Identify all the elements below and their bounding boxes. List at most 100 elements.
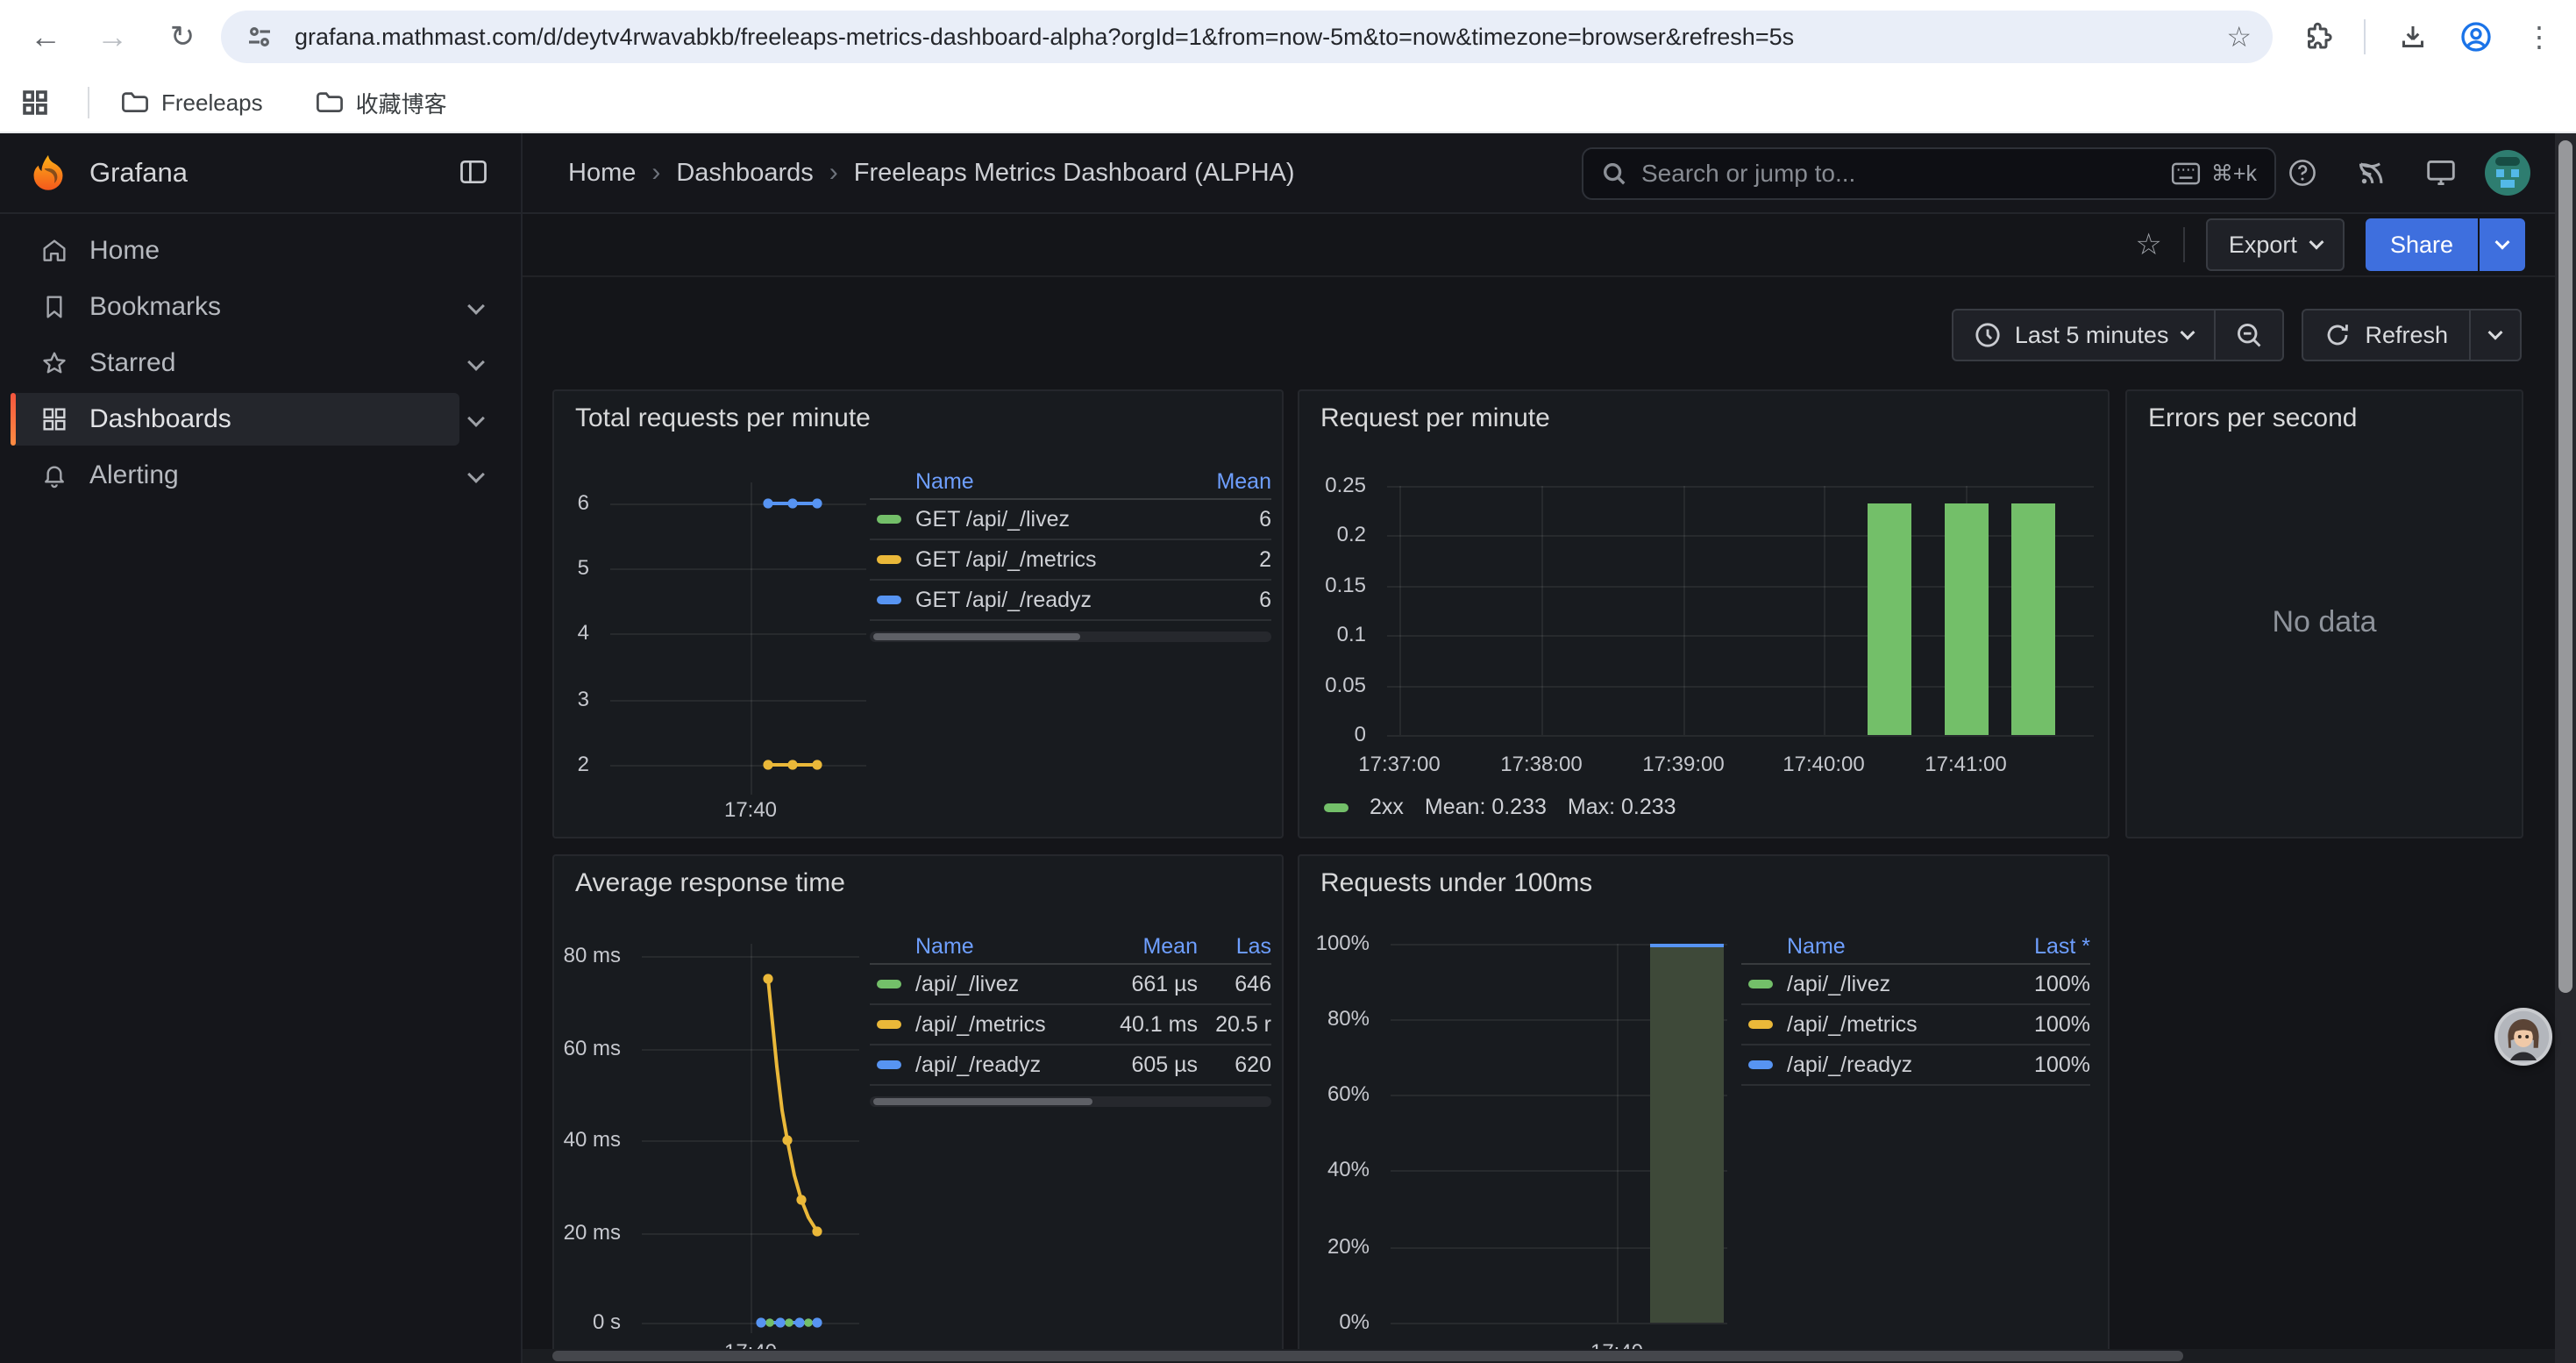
sidebar-item-starred[interactable]: Starred bbox=[11, 337, 459, 389]
panel-under-100ms[interactable]: Requests under 100ms 100% 80% 60% 40% 20… bbox=[1298, 854, 2110, 1363]
legend-row[interactable]: /api/_/readyz 605 µs 620 bbox=[870, 1045, 1271, 1086]
user-avatar[interactable] bbox=[2481, 133, 2534, 212]
search-input[interactable]: Search or jump to... ⌘+k bbox=[1582, 147, 2276, 200]
chevron-down-icon bbox=[2309, 235, 2323, 250]
monitor-icon[interactable] bbox=[2415, 133, 2467, 212]
gridline bbox=[751, 944, 752, 1333]
breadcrumb-home[interactable]: Home bbox=[568, 159, 636, 188]
url-text[interactable]: grafana.mathmast.com/d/deytv4rwavabkb/fr… bbox=[295, 24, 2273, 51]
grafana-app: Grafana Home › Dashboards › Freeleaps Me… bbox=[0, 133, 2576, 1363]
assistant-avatar[interactable] bbox=[2494, 1007, 2553, 1067]
legend-row[interactable]: GET /api/_/readyz 6 bbox=[870, 581, 1271, 621]
legend-col-name[interactable]: Name bbox=[915, 469, 1201, 495]
no-data-message: No data bbox=[2127, 605, 2522, 639]
bookmark-folder-freeleaps[interactable]: Freeleaps bbox=[107, 84, 277, 122]
dashboard-main: ☆ Export Share Last 5 minutes bbox=[523, 214, 2576, 1363]
refresh-button[interactable]: Refresh bbox=[2303, 310, 2469, 360]
legend-col-name[interactable]: Name bbox=[1787, 934, 2013, 960]
breadcrumb-dashboards[interactable]: Dashboards bbox=[676, 159, 813, 188]
sidebar-item-alerting[interactable]: Alerting bbox=[11, 449, 459, 502]
legend-row[interactable]: GET /api/_/metrics 2 bbox=[870, 540, 1271, 581]
legend-row[interactable]: /api/_/readyz 100% bbox=[1741, 1045, 2090, 1086]
sidebar-item-home[interactable]: Home bbox=[11, 225, 459, 277]
breadcrumb-current: Freeleaps Metrics Dashboard (ALPHA) bbox=[854, 159, 1295, 188]
legend-col-mean[interactable]: Mean bbox=[1201, 469, 1271, 495]
y-tick-label: 20 ms bbox=[564, 1221, 621, 1245]
series-mean: 605 µs bbox=[1099, 1053, 1198, 1078]
address-bar[interactable]: grafana.mathmast.com/d/deytv4rwavabkb/fr… bbox=[221, 11, 2273, 63]
zoom-out-button[interactable] bbox=[2216, 310, 2282, 360]
legend-col-last[interactable]: Last * bbox=[2013, 934, 2090, 960]
sidebar-item-dashboards[interactable]: Dashboards bbox=[11, 393, 459, 446]
back-icon[interactable]: ← bbox=[25, 0, 67, 74]
scrollbar-thumb[interactable] bbox=[873, 633, 1080, 640]
y-tick-label: 80 ms bbox=[564, 944, 621, 968]
bookmark-star-icon[interactable]: ☆ bbox=[2226, 11, 2252, 63]
series-mean: 661 µs bbox=[1099, 972, 1198, 997]
sidebar-toggle-icon[interactable] bbox=[458, 156, 489, 195]
grafana-header: Grafana Home › Dashboards › Freeleaps Me… bbox=[0, 133, 2576, 214]
gridline bbox=[751, 482, 752, 795]
screen: ← → ↻ grafana.mathmast.com/d/deytv4rwava… bbox=[0, 0, 2576, 1363]
scrollbar-thumb[interactable] bbox=[873, 1098, 1092, 1105]
scrollbar-thumb[interactable] bbox=[2558, 140, 2572, 993]
sidebar-item-bookmarks[interactable]: Bookmarks bbox=[11, 281, 459, 333]
chevron-down-icon[interactable] bbox=[467, 297, 485, 315]
extensions-icon[interactable] bbox=[2301, 0, 2336, 74]
download-icon[interactable] bbox=[2395, 0, 2430, 74]
y-tick-label: 40 ms bbox=[564, 1128, 621, 1152]
legend-header: Name Mean Las bbox=[870, 930, 1271, 965]
legend-row[interactable]: /api/_/livez 100% bbox=[1741, 965, 2090, 1005]
breadcrumb-separator: › bbox=[651, 158, 660, 188]
site-info-icon[interactable] bbox=[246, 23, 274, 51]
legend-row[interactable]: /api/_/livez 661 µs 646 bbox=[870, 965, 1271, 1005]
scrollbar-thumb[interactable] bbox=[552, 1351, 2183, 1361]
home-icon bbox=[40, 237, 68, 265]
grafana-logo[interactable] bbox=[28, 153, 68, 193]
x-tick-label: 17:41:00 bbox=[1925, 753, 2006, 777]
chevron-down-icon[interactable] bbox=[467, 466, 485, 483]
share-dropdown-button[interactable] bbox=[2480, 218, 2525, 271]
share-button[interactable]: Share bbox=[2366, 218, 2478, 271]
series-name: /api/_/metrics bbox=[915, 1012, 1099, 1038]
panel-request-per-minute[interactable]: Request per minute 0.25 0.2 0.15 0.1 0.0… bbox=[1298, 389, 2110, 838]
time-range-button[interactable]: Last 5 minutes bbox=[1953, 310, 2215, 360]
legend-col-name[interactable]: Name bbox=[915, 934, 1099, 960]
panel-avg-response-time[interactable]: Average response time 80 ms 60 ms 40 ms … bbox=[552, 854, 1284, 1363]
legend-col-last[interactable]: Las bbox=[1198, 934, 1271, 960]
refresh-interval-dropdown[interactable] bbox=[2471, 310, 2520, 360]
legend-row[interactable]: /api/_/metrics 100% bbox=[1741, 1005, 2090, 1045]
legend-scrollbar[interactable] bbox=[870, 632, 1271, 642]
legend-row[interactable]: /api/_/metrics 40.1 ms 20.5 r bbox=[870, 1005, 1271, 1045]
legend-row[interactable]: GET /api/_/livez 6 bbox=[870, 500, 1271, 540]
gridline bbox=[1824, 486, 1825, 735]
news-rss-icon[interactable] bbox=[2345, 133, 2397, 212]
series-name: GET /api/_/metrics bbox=[915, 547, 1201, 573]
bar-2xx[interactable] bbox=[2011, 503, 2055, 735]
reload-icon[interactable]: ↻ bbox=[161, 0, 203, 74]
panel-errors-per-second[interactable]: Errors per second No data bbox=[2125, 389, 2523, 838]
chevron-down-icon[interactable] bbox=[467, 353, 485, 371]
folder-icon bbox=[316, 90, 344, 115]
bar-2xx[interactable] bbox=[1945, 503, 1989, 735]
apps-grid-icon[interactable] bbox=[0, 73, 70, 132]
bookmark-folder-blogs[interactable]: 收藏博客 bbox=[302, 82, 461, 125]
legend-col-mean[interactable]: Mean bbox=[1099, 934, 1198, 960]
panel-total-requests[interactable]: Total requests per minute 6 5 4 3 2 bbox=[552, 389, 1284, 838]
help-icon[interactable] bbox=[2276, 133, 2329, 212]
export-button[interactable]: Export bbox=[2206, 218, 2345, 271]
horizontal-scrollbar[interactable] bbox=[523, 1349, 2555, 1363]
forward-icon[interactable]: → bbox=[91, 0, 133, 74]
legend-scrollbar[interactable] bbox=[870, 1096, 1271, 1107]
bookmark-icon bbox=[40, 293, 68, 321]
zoom-out-icon bbox=[2235, 321, 2263, 349]
chevron-down-icon[interactable] bbox=[467, 410, 485, 427]
profile-icon[interactable] bbox=[2457, 0, 2495, 74]
menu-icon[interactable]: ⋮ bbox=[2522, 0, 2557, 74]
bar-2xx[interactable] bbox=[1868, 503, 1911, 735]
x-tick-label: 17:37:00 bbox=[1358, 753, 1440, 777]
favorite-star-icon[interactable]: ☆ bbox=[2135, 227, 2161, 262]
vertical-scrollbar[interactable] bbox=[2555, 133, 2576, 1363]
legend[interactable]: 2xx Mean: 0.233 Max: 0.233 bbox=[1324, 795, 1676, 820]
bar-under-100ms[interactable] bbox=[1650, 944, 1724, 1323]
